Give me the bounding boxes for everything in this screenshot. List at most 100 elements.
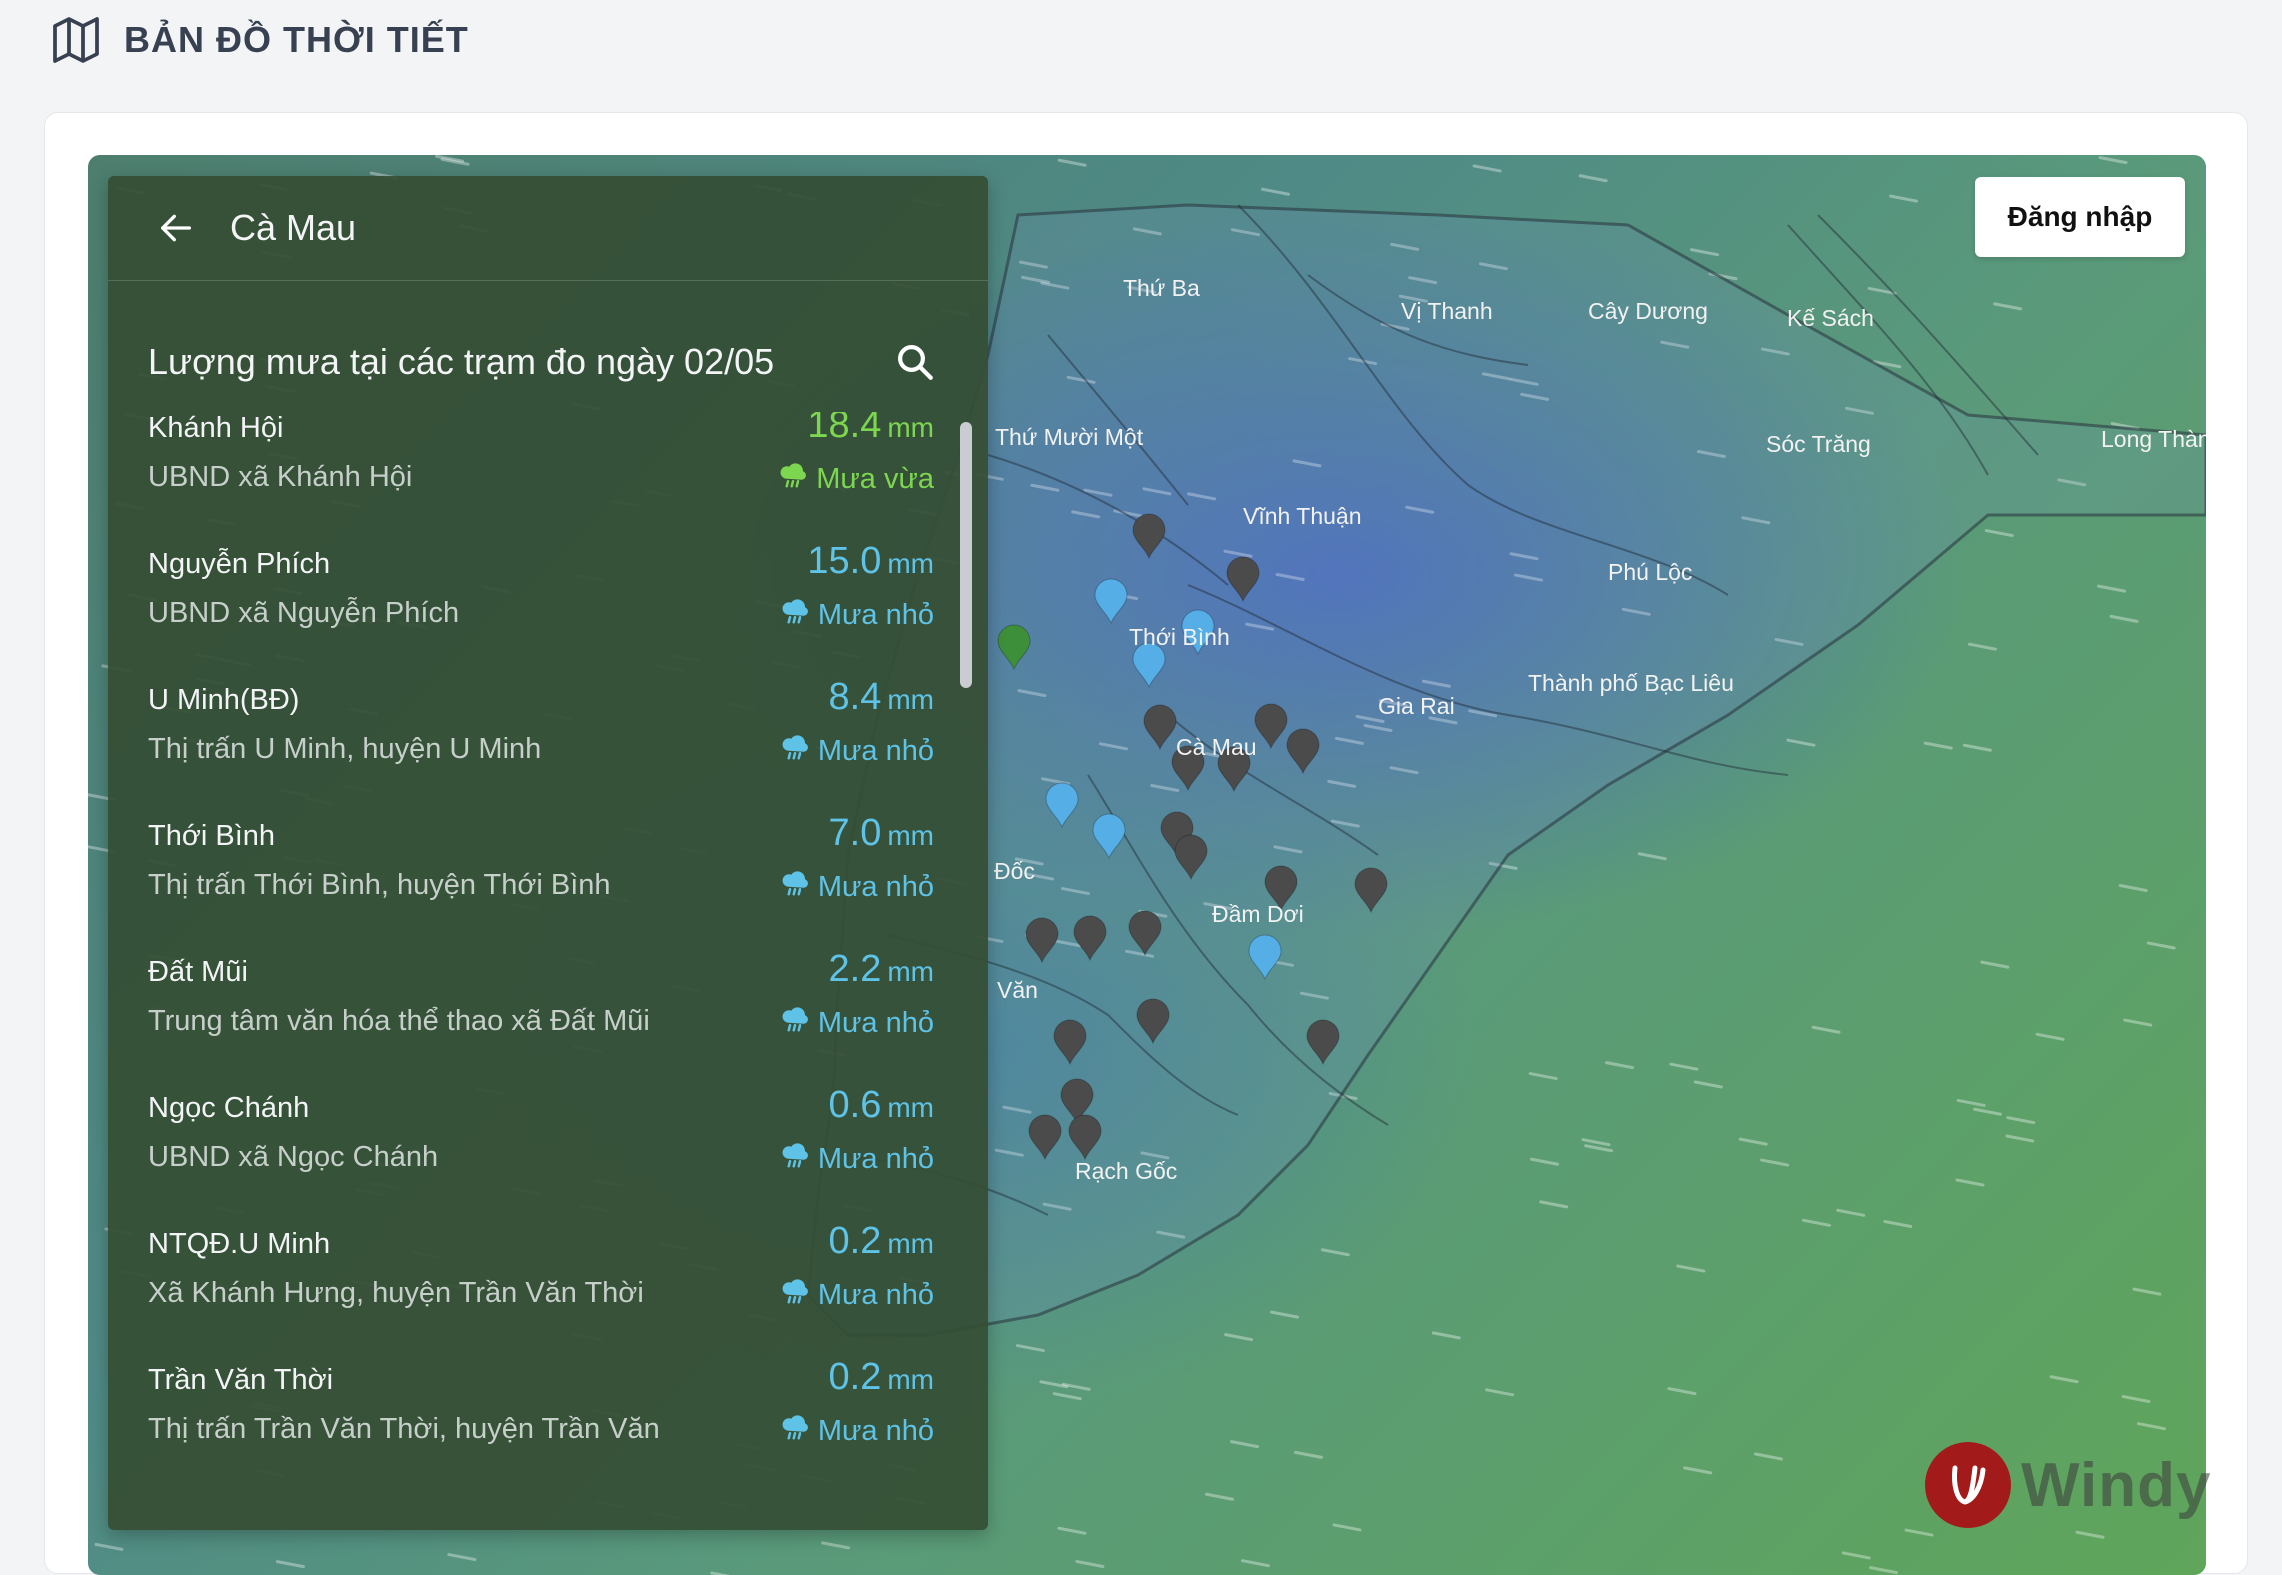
station-row[interactable]: Khánh Hội UBND xã Khánh Hội 18.4 mm Mưa vừa — [148, 412, 934, 548]
wind-streak — [1270, 1310, 1300, 1319]
station-name: Nguyễn Phích — [148, 548, 331, 580]
station-row[interactable]: Thới Bình Thị trấn Thới Bình, huyện Thới … — [148, 812, 934, 956]
station-name: Khánh Hội — [148, 412, 284, 444]
rain-cloud-icon — [780, 1140, 810, 1178]
wind-streak — [1578, 174, 1608, 183]
wind-streak — [1057, 158, 1087, 167]
place-label: Đầm Dơi — [1212, 901, 1304, 927]
wind-streak — [447, 1553, 477, 1562]
place-label: Phú Lộc — [1608, 559, 1692, 585]
station-address: UBND xã Khánh Hội — [148, 461, 413, 493]
place-label: Kế Sách — [1787, 305, 1874, 331]
wind-streak — [1923, 741, 1953, 750]
panel-header: Cà Mau — [108, 176, 988, 281]
windy-logo-icon — [1925, 1442, 2011, 1528]
rainfall-value: 18.4 mm — [807, 412, 934, 446]
rainfall-value: 0.6 mm — [828, 1084, 934, 1126]
rain-status: Mưa nhỏ — [780, 1140, 934, 1178]
windy-attribution: Windy — [2021, 1450, 2212, 1520]
station-list[interactable]: Khánh Hội UBND xã Khánh Hội 18.4 mm Mưa vừa N… — [148, 412, 934, 1452]
station-row[interactable]: NTQĐ.U Minh Xã Khánh Hưng, huyện Trần Văn… — [148, 1220, 934, 1364]
station-name: Đất Mũi — [148, 956, 248, 988]
wind-streak — [1667, 1387, 1697, 1396]
wind-streak — [1528, 1072, 1558, 1081]
rain-status: Mưa vừa — [778, 460, 934, 498]
rainfall-value: 2.2 mm — [828, 948, 934, 990]
place-label: Thới Bình — [1129, 624, 1230, 650]
back-arrow-icon[interactable] — [156, 208, 196, 248]
station-row[interactable]: Nguyễn Phích UBND xã Nguyễn Phích 15.0 mm Mư… — [148, 540, 934, 684]
wind-streak — [2146, 941, 2176, 950]
wind-streak — [2109, 614, 2139, 623]
rain-status: Mưa nhỏ — [780, 732, 934, 770]
wind-streak — [1980, 960, 2010, 969]
station-row[interactable]: Trần Văn Thời Thị trấn Trần Văn Thời, huy… — [148, 1356, 934, 1452]
page-title: BẢN ĐỒ THỜI TIẾT — [124, 19, 469, 60]
wind-streak — [1841, 1551, 1871, 1560]
wind-streak — [1240, 1559, 1270, 1568]
place-label: Thành phố Bạc Liêu — [1528, 670, 1734, 696]
station-row[interactable]: Ngọc Chánh UBND xã Ngọc Chánh 0.6 mm Mưa nhỏ — [148, 1084, 934, 1228]
station-address: Thị trấn Trần Văn Thời, huyện Trần Văn — [148, 1413, 660, 1445]
wind-streak — [1904, 1528, 1934, 1537]
station-address: Thị trấn Thới Bình, huyện Thới Bình — [148, 869, 611, 901]
place-label: Văn — [997, 977, 1038, 1003]
place-label: Long Thàn — [2101, 426, 2206, 452]
windy-logo[interactable]: Windy — [1925, 1442, 2211, 1528]
rain-cloud-icon — [780, 868, 810, 906]
wind-streak — [94, 1542, 124, 1551]
wind-streak — [2123, 1018, 2153, 1027]
wind-streak — [1669, 1062, 1699, 1071]
wind-streak — [275, 1560, 305, 1569]
wind-streak — [1431, 1331, 1461, 1340]
rainfall-value: 0.2 mm — [828, 1220, 934, 1262]
wind-streak — [1224, 1333, 1254, 1342]
station-row[interactable]: U Minh(BĐ) Thị trấn U Minh, huyện U Minh 8… — [148, 676, 934, 820]
page-header: BẢN ĐỒ THỜI TIẾT — [48, 14, 469, 66]
rain-status: Mưa nhỏ — [780, 1004, 934, 1042]
wind-streak — [1760, 1158, 1790, 1167]
wind-streak — [1754, 1452, 1784, 1461]
wind-streak — [1690, 248, 1720, 257]
wind-streak — [1738, 1137, 1768, 1146]
rain-cloud-icon — [780, 1276, 810, 1314]
wind-streak — [1294, 1450, 1324, 1459]
station-name: NTQĐ.U Minh — [148, 1228, 331, 1260]
wind-streak — [1261, 187, 1291, 196]
rain-cloud-icon — [780, 1412, 810, 1450]
station-panel: Cà Mau Lượng mưa tại các trạm đo ngày 02… — [108, 176, 988, 1530]
place-label: Cây Dương — [1588, 298, 1708, 324]
rain-status: Mưa nhỏ — [780, 1276, 934, 1314]
wind-streak — [2035, 1032, 2065, 1041]
wind-streak — [1057, 1526, 1087, 1535]
wind-streak — [1530, 1157, 1560, 1166]
rainfall-value: 0.2 mm — [828, 1356, 934, 1398]
wind-streak — [1889, 194, 1919, 203]
scrollbar-thumb[interactable] — [960, 422, 972, 688]
station-name: U Minh(BĐ) — [148, 684, 300, 716]
wind-streak — [1811, 1025, 1841, 1034]
wind-streak — [1869, 1566, 1899, 1575]
place-label: Cà Mau — [1176, 734, 1257, 760]
wind-streak — [2049, 1375, 2079, 1384]
wind-streak — [1204, 1492, 1234, 1501]
wind-streak — [1956, 1098, 1986, 1107]
wind-streak — [1984, 529, 2014, 538]
place-label: Thứ Ba — [1123, 275, 1200, 301]
wind-streak — [2121, 1395, 2151, 1404]
rain-cloud-icon — [780, 1004, 810, 1042]
wind-streak — [2118, 884, 2148, 893]
wind-streak — [1075, 1559, 1105, 1568]
wind-streak — [1472, 164, 1502, 173]
station-row[interactable]: Đất Mũi Trung tâm văn hóa thể thao xã Đất… — [148, 948, 934, 1092]
station-address: Thị trấn U Minh, huyện U Minh — [148, 733, 542, 765]
wind-streak — [1883, 1219, 1913, 1228]
station-address: Xã Khánh Hưng, huyện Trần Văn Thời — [148, 1277, 644, 1309]
wind-streak — [1973, 1107, 2003, 1116]
search-icon[interactable] — [894, 341, 936, 383]
land-outline — [806, 203, 2206, 1337]
wind-streak — [1962, 743, 1992, 752]
wind-streak — [1539, 1200, 1569, 1209]
login-button[interactable]: Đăng nhập — [1975, 177, 2185, 257]
rainfall-title: Lượng mưa tại các trạm đo ngày 02/05 — [148, 341, 775, 382]
